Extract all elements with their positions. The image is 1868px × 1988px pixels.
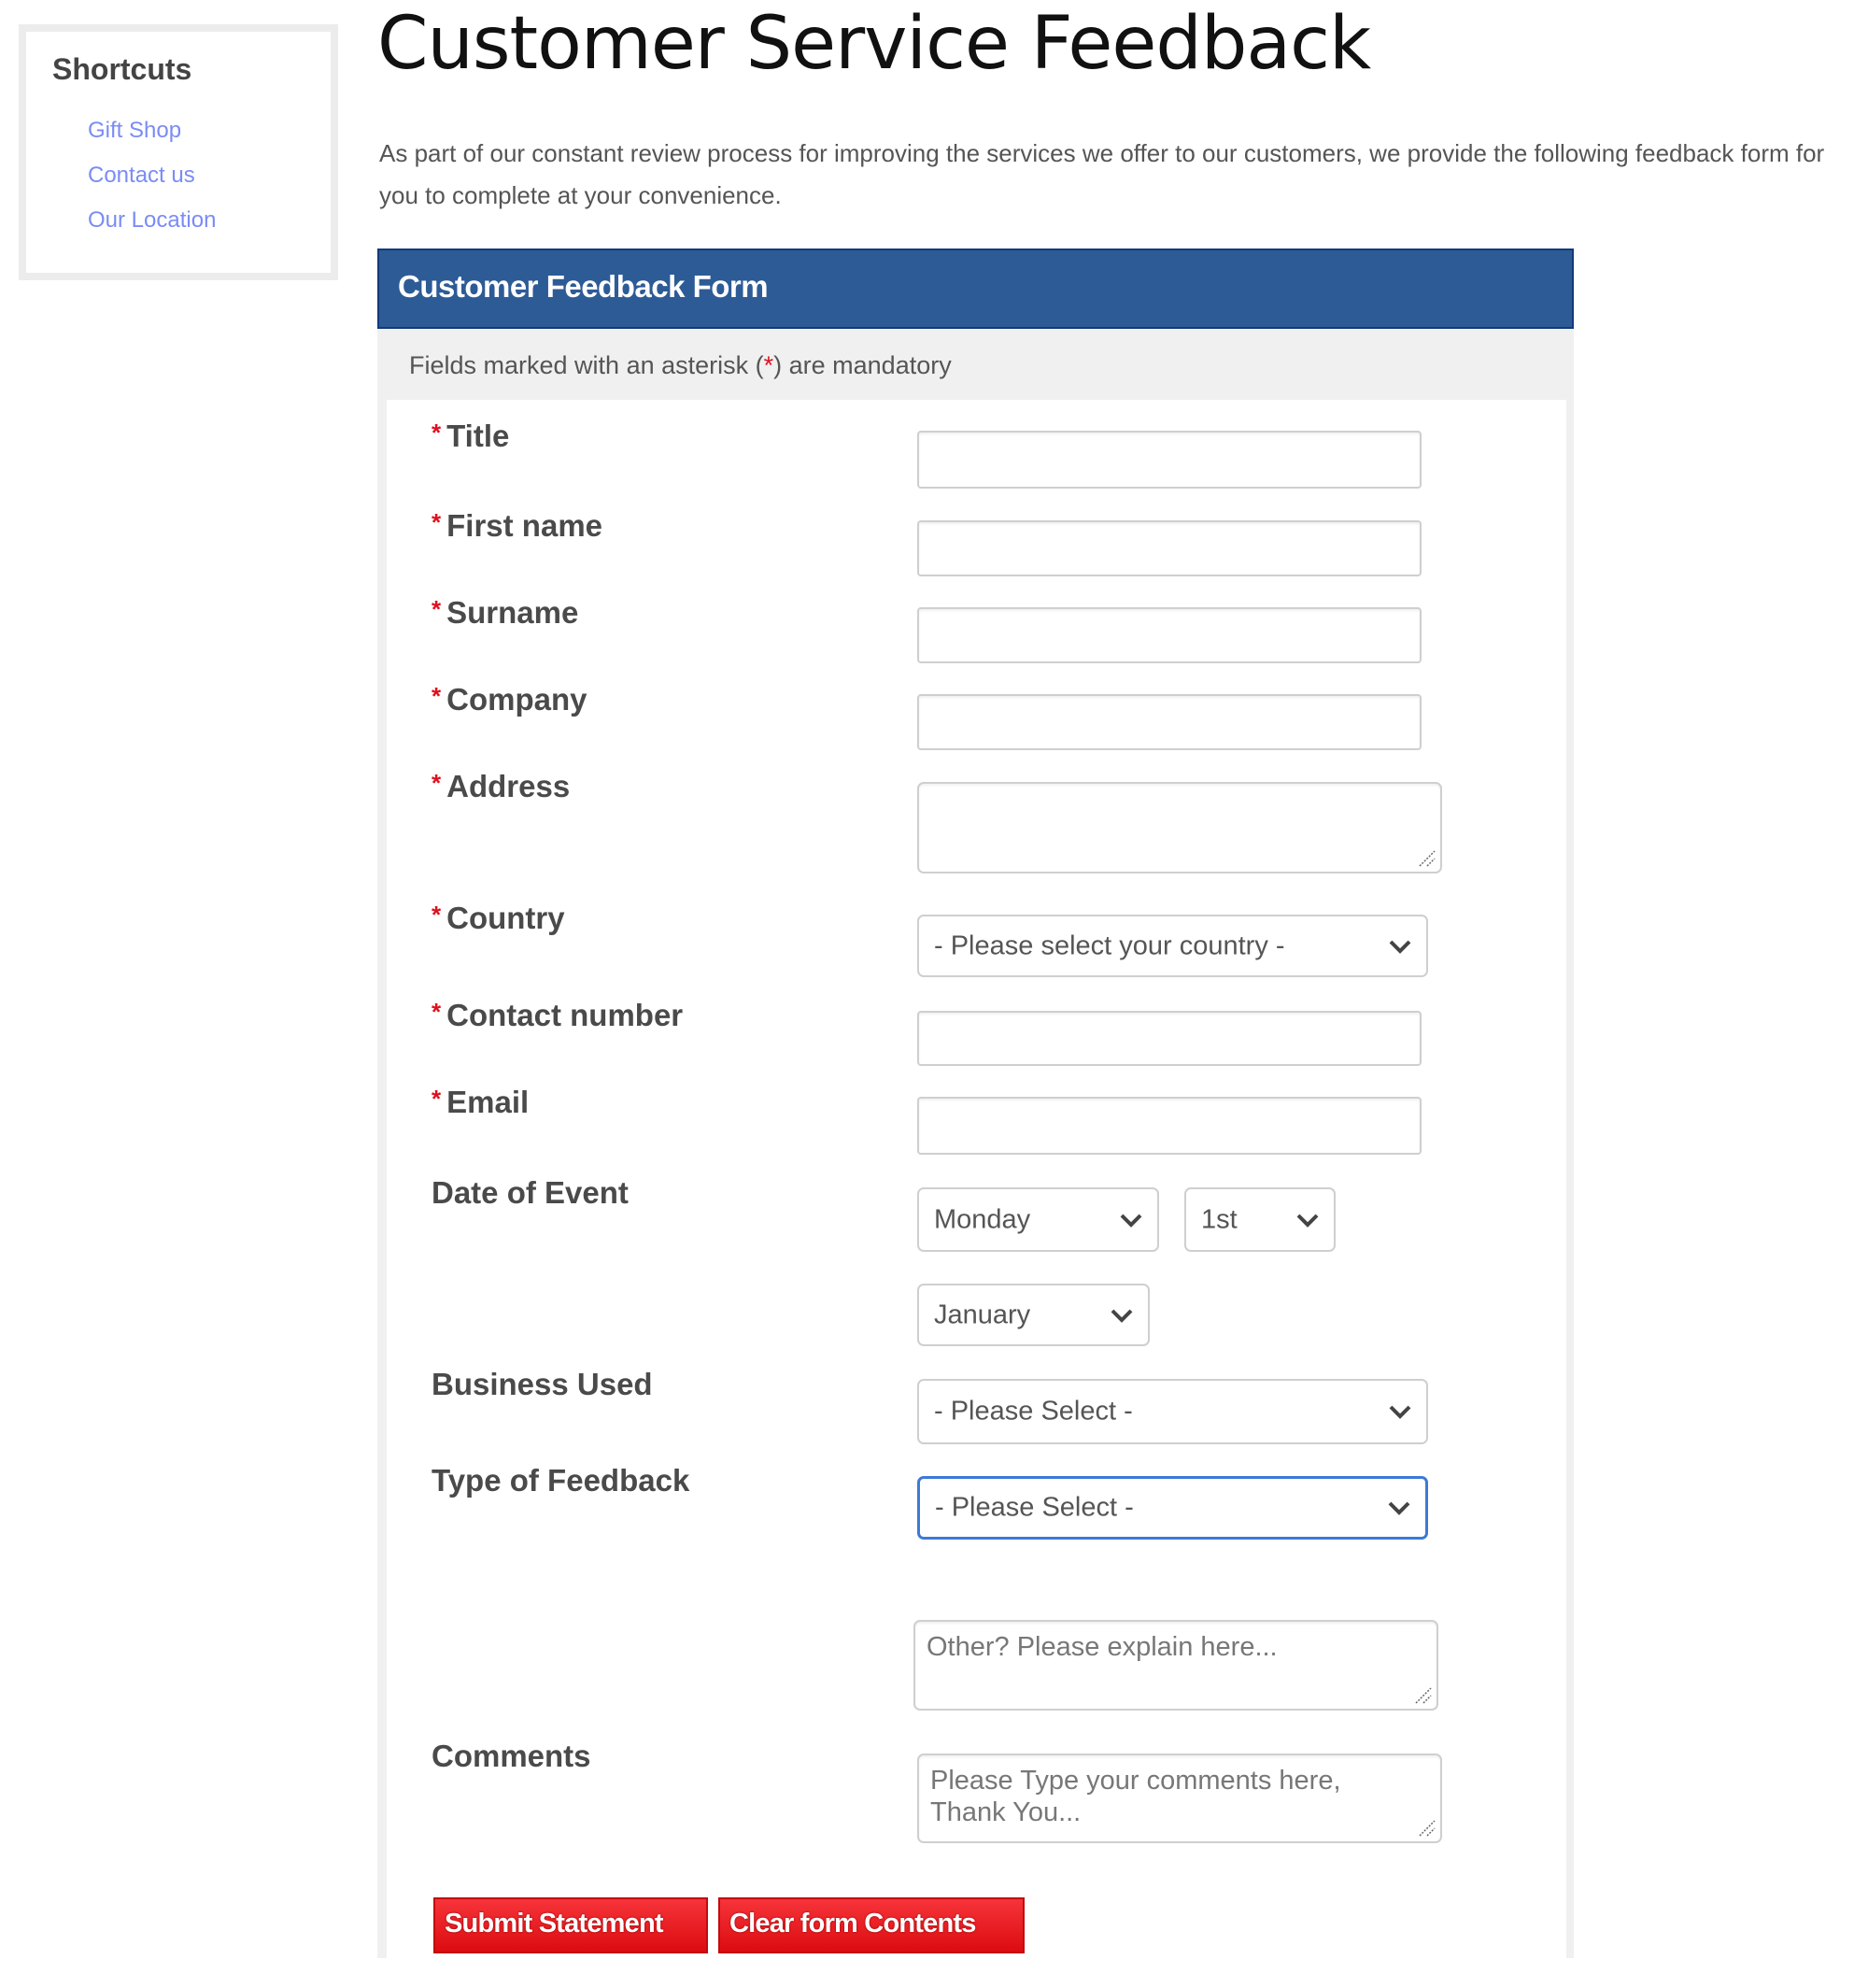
required-asterisk: * [432, 1085, 442, 1113]
country-selected-value: - Please select your country - [934, 930, 1285, 960]
email-input[interactable] [917, 1097, 1422, 1155]
link-our-location[interactable]: Our Location [88, 202, 216, 247]
other-placeholder: Other? Please explain here... [927, 1632, 1278, 1662]
surname-input[interactable] [917, 607, 1422, 663]
label-text: Company [446, 682, 587, 717]
form-body: * Title * First name * Surname * Company * Ad… [387, 400, 1566, 1988]
month-select[interactable]: January [917, 1284, 1150, 1346]
required-asterisk: * [432, 419, 442, 447]
mandatory-note-suffix: ) are mandatory [773, 351, 952, 379]
company-label: * Company [432, 682, 587, 717]
chevron-down-icon [1111, 1309, 1133, 1323]
required-asterisk: * [432, 508, 442, 536]
mandatory-note-prefix: Fields marked with an asterisk ( [409, 351, 764, 379]
form-header-title: Customer Feedback Form [398, 269, 769, 304]
other-explain-textarea[interactable]: Other? Please explain here... [913, 1620, 1438, 1711]
type-of-feedback-label: Type of Feedback [432, 1463, 690, 1498]
label-text: Address [446, 769, 571, 803]
month-value: January [934, 1299, 1031, 1329]
link-gift-shop[interactable]: Gift Shop [88, 112, 216, 157]
required-asterisk: * [432, 682, 442, 710]
label-text: Country [446, 901, 565, 935]
required-asterisk: * [763, 351, 774, 379]
sidebar-title: Shortcuts [52, 52, 192, 86]
chevron-down-icon [1120, 1214, 1142, 1228]
day-of-week-select[interactable]: Monday [917, 1187, 1159, 1252]
day-of-week-value: Monday [934, 1204, 1031, 1234]
chevron-down-icon [1389, 940, 1411, 954]
required-asterisk: * [432, 901, 442, 929]
type-of-feedback-value: - Please Select - [935, 1492, 1134, 1523]
label-text: Email [446, 1085, 530, 1119]
title-input[interactable] [917, 431, 1422, 489]
day-value: 1st [1201, 1204, 1238, 1234]
business-used-select[interactable]: - Please Select - [917, 1379, 1428, 1444]
label-text: Surname [446, 595, 579, 630]
type-of-feedback-select[interactable]: - Please Select - [917, 1476, 1428, 1540]
label-text: Title [446, 419, 510, 453]
comments-textarea[interactable]: Please Type your comments here, Thank Yo… [917, 1754, 1442, 1843]
required-asterisk: * [432, 595, 442, 623]
form-header: Customer Feedback Form [377, 248, 1574, 329]
first-name-input[interactable] [917, 520, 1422, 576]
chevron-down-icon [1388, 1501, 1410, 1515]
label-text: Contact number [446, 998, 684, 1032]
resize-handle-icon[interactable] [1412, 1684, 1433, 1705]
shortcuts-sidebar: Shortcuts Gift Shop Contact us Our Locat… [19, 24, 338, 280]
link-contact-us[interactable]: Contact us [88, 157, 216, 202]
required-asterisk: * [432, 769, 442, 797]
business-used-value: - Please Select - [934, 1396, 1133, 1427]
shortcut-links: Gift Shop Contact us Our Location [88, 112, 216, 247]
first-name-label: * First name [432, 508, 602, 544]
chevron-down-icon [1389, 1405, 1411, 1419]
address-label: * Address [432, 769, 570, 804]
mandatory-note: Fields marked with an asterisk (*) are m… [409, 351, 952, 380]
page-title: Customer Service Feedback [377, 2, 1371, 86]
contact-number-input[interactable] [917, 1011, 1422, 1066]
intro-text: As part of our constant review process f… [379, 139, 1825, 209]
address-textarea[interactable] [917, 782, 1442, 873]
day-select[interactable]: 1st [1184, 1187, 1336, 1252]
feedback-form: Customer Feedback Form Fields marked wit… [377, 248, 1574, 1988]
company-input[interactable] [917, 694, 1422, 750]
label-text: First name [446, 508, 603, 543]
required-asterisk: * [432, 998, 442, 1026]
comments-placeholder: Please Type your comments here, Thank Yo… [930, 1766, 1341, 1827]
contact-number-label: * Contact number [432, 998, 683, 1033]
country-label: * Country [432, 901, 565, 936]
email-label: * Email [432, 1085, 529, 1120]
chevron-down-icon [1296, 1214, 1319, 1228]
date-of-event-label: Date of Event [432, 1175, 629, 1210]
business-used-label: Business Used [432, 1367, 653, 1401]
title-label: * Title [432, 419, 509, 454]
resize-handle-icon[interactable] [1416, 847, 1436, 868]
clear-form-button[interactable]: Clear form Contents [718, 1897, 1025, 1953]
comments-label: Comments [432, 1739, 591, 1773]
surname-label: * Surname [432, 595, 578, 631]
resize-handle-icon[interactable] [1416, 1817, 1436, 1838]
submit-statement-button[interactable]: Submit Statement [433, 1897, 708, 1953]
country-select[interactable]: - Please select your country - [917, 915, 1428, 977]
